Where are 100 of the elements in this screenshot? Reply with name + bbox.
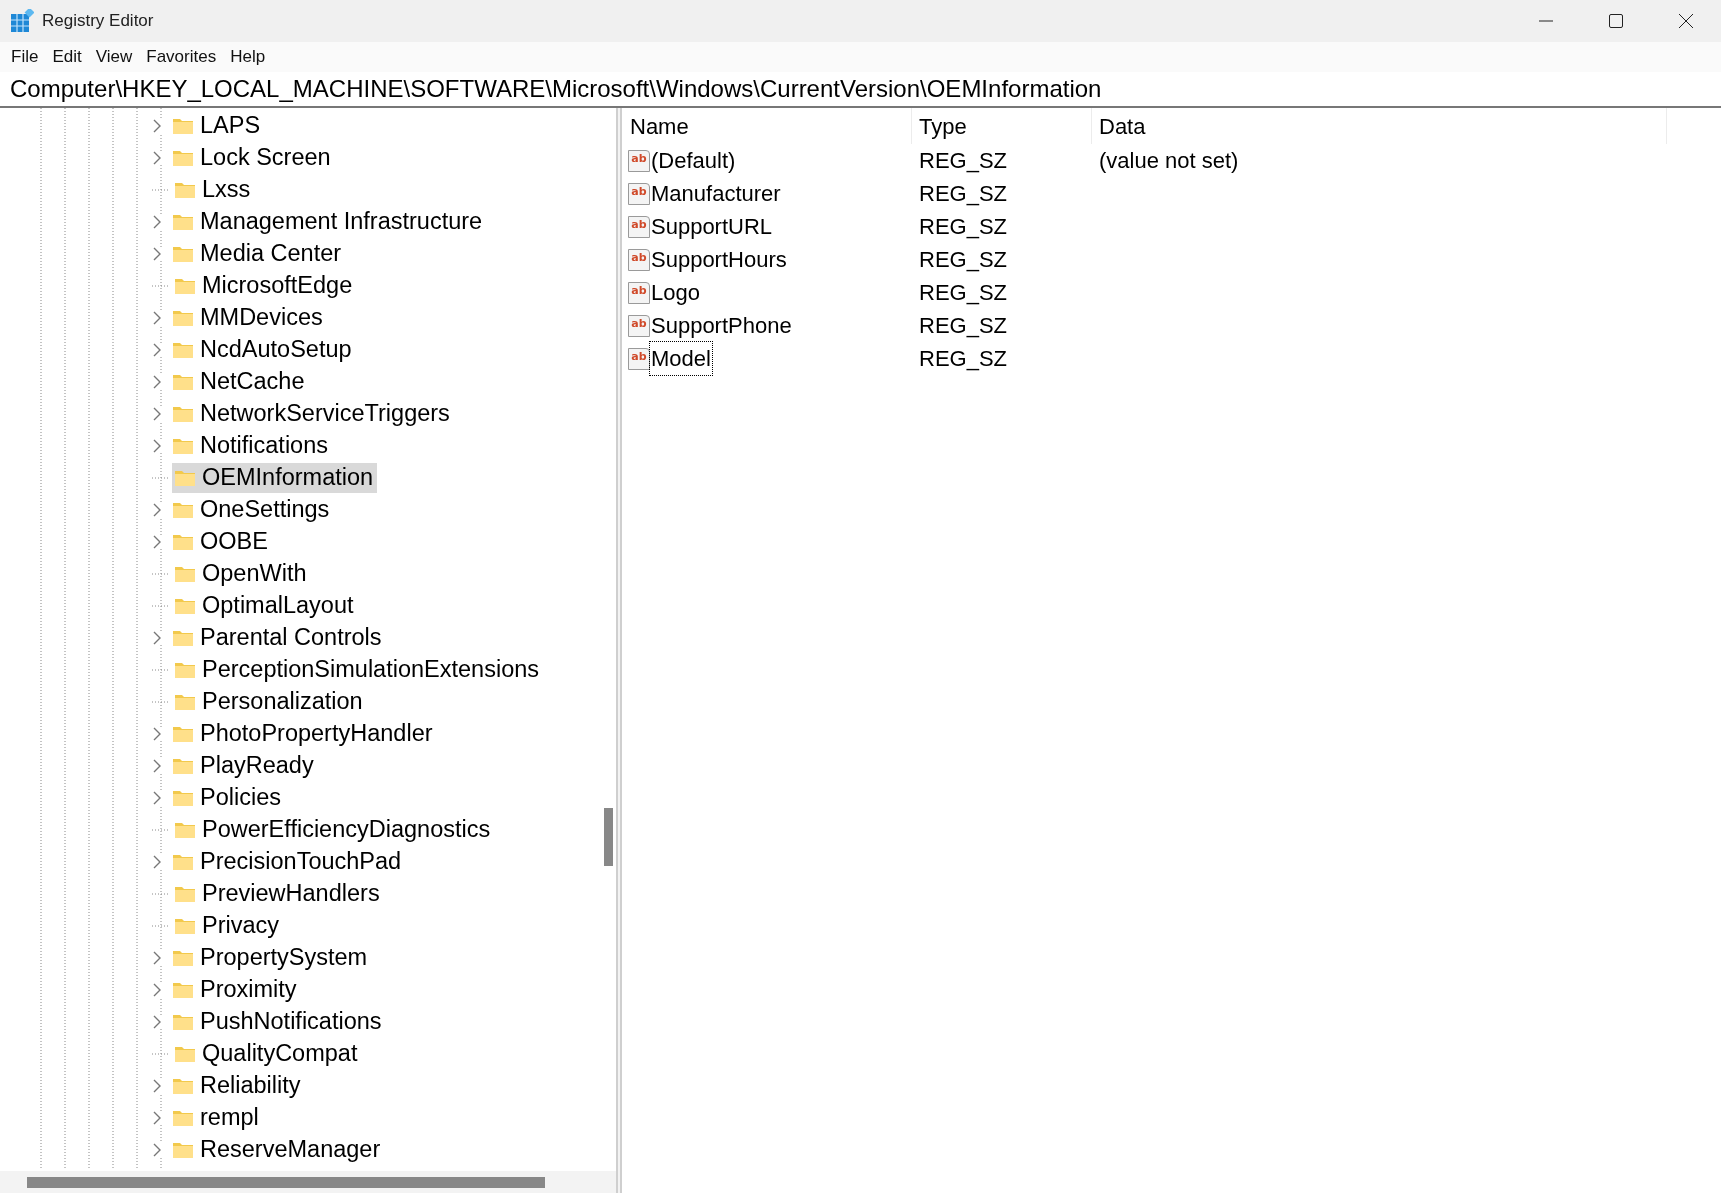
tree-item[interactable]: PowerEfficiencyDiagnostics	[172, 815, 495, 845]
string-value-icon: ab	[628, 215, 650, 238]
folder-icon	[172, 245, 194, 263]
string-value-icon: ab	[628, 248, 650, 271]
folder-icon	[172, 149, 194, 167]
tree-item[interactable]: Personalization	[172, 687, 367, 717]
folder-icon	[172, 341, 194, 359]
chevron-right-icon[interactable]	[152, 407, 162, 421]
tree-item[interactable]: PushNotifications	[170, 1007, 386, 1037]
folder-icon	[172, 117, 194, 135]
chevron-right-icon[interactable]	[152, 759, 162, 773]
chevron-right-icon[interactable]	[152, 1079, 162, 1093]
tree-item[interactable]: PlayReady	[170, 751, 318, 781]
folder-icon	[172, 629, 194, 647]
value-type: REG_SZ	[918, 312, 1009, 340]
column-header[interactable]: Data	[1092, 108, 1667, 144]
string-value-icon: ab	[628, 347, 650, 370]
chevron-right-icon[interactable]	[152, 1143, 162, 1157]
menu-item[interactable]: View	[90, 44, 138, 70]
value-type: REG_SZ	[918, 246, 1009, 274]
folder-icon	[172, 949, 194, 967]
value-name: Manufacturer	[650, 180, 782, 208]
folder-icon	[172, 501, 194, 519]
tree-item[interactable]: NcdAutoSetup	[170, 335, 356, 365]
tree-item[interactable]: Lxss	[172, 175, 255, 205]
tree-item[interactable]: Policies	[170, 783, 285, 813]
folder-icon	[174, 469, 196, 487]
tree-item[interactable]: QualityCompat	[172, 1039, 362, 1069]
tree-item[interactable]: PropertySystem	[170, 943, 372, 973]
registry-app-icon	[10, 9, 34, 33]
tree-item[interactable]: PrecisionTouchPad	[170, 847, 406, 877]
folder-icon	[172, 533, 194, 551]
column-header[interactable]: Name	[622, 108, 912, 144]
column-header[interactable]: Type	[912, 108, 1092, 144]
scrollbar-thumb[interactable]	[27, 1176, 545, 1188]
chevron-right-icon[interactable]	[152, 119, 162, 133]
value-type: REG_SZ	[918, 213, 1009, 241]
chevron-right-icon[interactable]	[152, 375, 162, 389]
folder-icon	[174, 661, 196, 679]
tree-item[interactable]: Lock Screen	[170, 143, 335, 173]
menu-item[interactable]: Favorites	[141, 44, 222, 70]
tree-item[interactable]: MMDevices	[170, 303, 327, 333]
tree-item[interactable]: PerceptionSimulationExtensions	[172, 655, 544, 685]
folder-icon	[174, 917, 196, 935]
tree-item[interactable]: Notifications	[170, 431, 332, 461]
chevron-right-icon[interactable]	[152, 1111, 162, 1125]
menu-item[interactable]: Help	[225, 44, 271, 70]
tree-item[interactable]: Parental Controls	[170, 623, 386, 653]
folder-icon	[172, 1077, 194, 1095]
tree-item[interactable]: Management Infrastructure	[170, 207, 487, 237]
chevron-right-icon[interactable]	[152, 855, 162, 869]
tree-item[interactable]: PreviewHandlers	[172, 879, 384, 909]
tree-item[interactable]: OneSettings	[170, 495, 334, 525]
chevron-right-icon[interactable]	[152, 951, 162, 965]
folder-icon	[172, 213, 194, 231]
tree-item[interactable]: ReserveManager	[170, 1135, 385, 1165]
tree-item[interactable]: Media Center	[170, 239, 346, 269]
chevron-right-icon[interactable]	[152, 151, 162, 165]
value-name: SupportHours	[650, 246, 788, 274]
value-name: Logo	[650, 279, 701, 307]
tree-item[interactable]: rempl	[170, 1103, 263, 1133]
folder-icon	[174, 821, 196, 839]
chevron-right-icon[interactable]	[152, 983, 162, 997]
chevron-right-icon[interactable]	[152, 247, 162, 261]
tree-item[interactable]: OptimalLayout	[172, 591, 358, 621]
tree-item[interactable]: PhotoPropertyHandler	[170, 719, 437, 749]
menu-item[interactable]: Edit	[47, 44, 87, 70]
tree-item[interactable]: NetCache	[170, 367, 309, 397]
chevron-right-icon[interactable]	[152, 439, 162, 453]
chevron-right-icon[interactable]	[152, 791, 162, 805]
value-type: REG_SZ	[918, 345, 1009, 373]
folder-icon	[174, 277, 196, 295]
scrollbar-thumb[interactable]	[604, 808, 613, 866]
chevron-right-icon[interactable]	[152, 343, 162, 357]
chevron-right-icon[interactable]	[152, 535, 162, 549]
folder-icon	[174, 181, 196, 199]
chevron-right-icon[interactable]	[152, 1015, 162, 1029]
tree-item[interactable]: Reliability	[170, 1071, 305, 1101]
value-name: Model	[650, 342, 712, 375]
chevron-right-icon[interactable]	[152, 503, 162, 517]
menu-item[interactable]: File	[6, 44, 44, 70]
tree-item[interactable]: NetworkServiceTriggers	[170, 399, 454, 429]
string-value-icon: ab	[628, 182, 650, 205]
window-title: Registry Editor	[42, 10, 154, 33]
chevron-right-icon[interactable]	[152, 311, 162, 325]
close-icon	[1679, 14, 1693, 28]
folder-icon	[172, 853, 194, 871]
tree-item[interactable]: Proximity	[170, 975, 301, 1005]
tree-item[interactable]: MicrosoftEdge	[172, 271, 357, 301]
folder-icon	[174, 597, 196, 615]
folder-icon	[172, 1141, 194, 1159]
tree-item[interactable]: LAPS	[170, 111, 265, 141]
tree-item[interactable]: OpenWith	[172, 559, 311, 589]
chevron-right-icon[interactable]	[152, 727, 162, 741]
tree-item[interactable]: OOBE	[170, 527, 272, 557]
folder-icon	[174, 565, 196, 583]
tree-item[interactable]: Privacy	[172, 911, 284, 941]
tree-item[interactable]: OEMInformation	[172, 463, 378, 493]
chevron-right-icon[interactable]	[152, 215, 162, 229]
chevron-right-icon[interactable]	[152, 631, 162, 645]
